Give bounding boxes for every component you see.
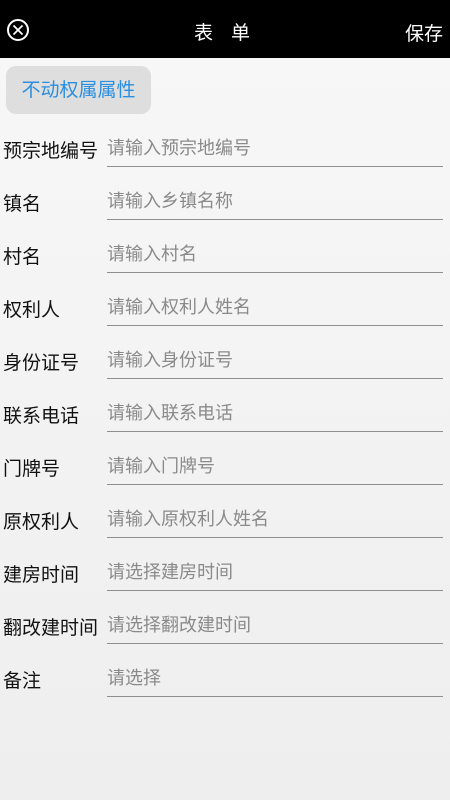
parcel-number-input[interactable] <box>107 134 443 162</box>
form-row-house-number: 门牌号 <box>0 448 450 488</box>
section-tab-button[interactable]: 不动权属属性 <box>6 66 151 114</box>
owner-input[interactable] <box>107 293 443 321</box>
renovation-time-input[interactable] <box>107 611 443 639</box>
field-label: 预宗地编号 <box>3 140 99 162</box>
owner-field[interactable] <box>107 289 443 326</box>
phone-input[interactable] <box>107 399 443 427</box>
field-label: 村名 <box>3 246 42 268</box>
field-label: 建房时间 <box>3 564 80 586</box>
field-label: 门牌号 <box>3 458 61 480</box>
field-label: 身份证号 <box>3 352 80 374</box>
form-row-former-owner: 原权利人 <box>0 501 450 541</box>
form-row-parcel-number: 预宗地编号 <box>0 130 450 170</box>
town-input[interactable] <box>107 187 443 215</box>
form-row-renovation-time: 翻改建时间 <box>0 607 450 647</box>
id-number-field[interactable] <box>107 342 443 379</box>
field-label: 权利人 <box>3 299 61 321</box>
form-row-id-number: 身份证号 <box>0 342 450 382</box>
field-label: 翻改建时间 <box>3 617 99 639</box>
parcel-number-field[interactable] <box>107 130 443 167</box>
field-label: 原权利人 <box>3 511 80 533</box>
former-owner-field[interactable] <box>107 501 443 538</box>
house-number-input[interactable] <box>107 452 443 480</box>
id-number-input[interactable] <box>107 346 443 374</box>
form-content: 不动权属属性 预宗地编号 镇名 村名 权利人 身份证号 联系电话 <box>0 58 450 800</box>
field-label: 联系电话 <box>3 405 80 427</box>
top-bar: 表 单 保存 <box>0 0 450 58</box>
remarks-field[interactable] <box>107 660 443 697</box>
form-row-build-time: 建房时间 <box>0 554 450 594</box>
field-label: 备注 <box>3 670 42 692</box>
remarks-input[interactable] <box>107 664 443 692</box>
form-row-town: 镇名 <box>0 183 450 223</box>
form-row-village: 村名 <box>0 236 450 276</box>
build-time-input[interactable] <box>107 558 443 586</box>
field-label: 镇名 <box>3 193 42 215</box>
village-field[interactable] <box>107 236 443 273</box>
village-input[interactable] <box>107 240 443 268</box>
build-time-field[interactable] <box>107 554 443 591</box>
form-row-owner: 权利人 <box>0 289 450 329</box>
house-number-field[interactable] <box>107 448 443 485</box>
town-field[interactable] <box>107 183 443 220</box>
phone-field[interactable] <box>107 395 443 432</box>
page-title: 表 单 <box>193 22 257 44</box>
form-row-remarks: 备注 <box>0 660 450 700</box>
former-owner-input[interactable] <box>107 505 443 533</box>
form-row-phone: 联系电话 <box>0 395 450 435</box>
save-button[interactable]: 保存 <box>405 19 443 46</box>
renovation-time-field[interactable] <box>107 607 443 644</box>
